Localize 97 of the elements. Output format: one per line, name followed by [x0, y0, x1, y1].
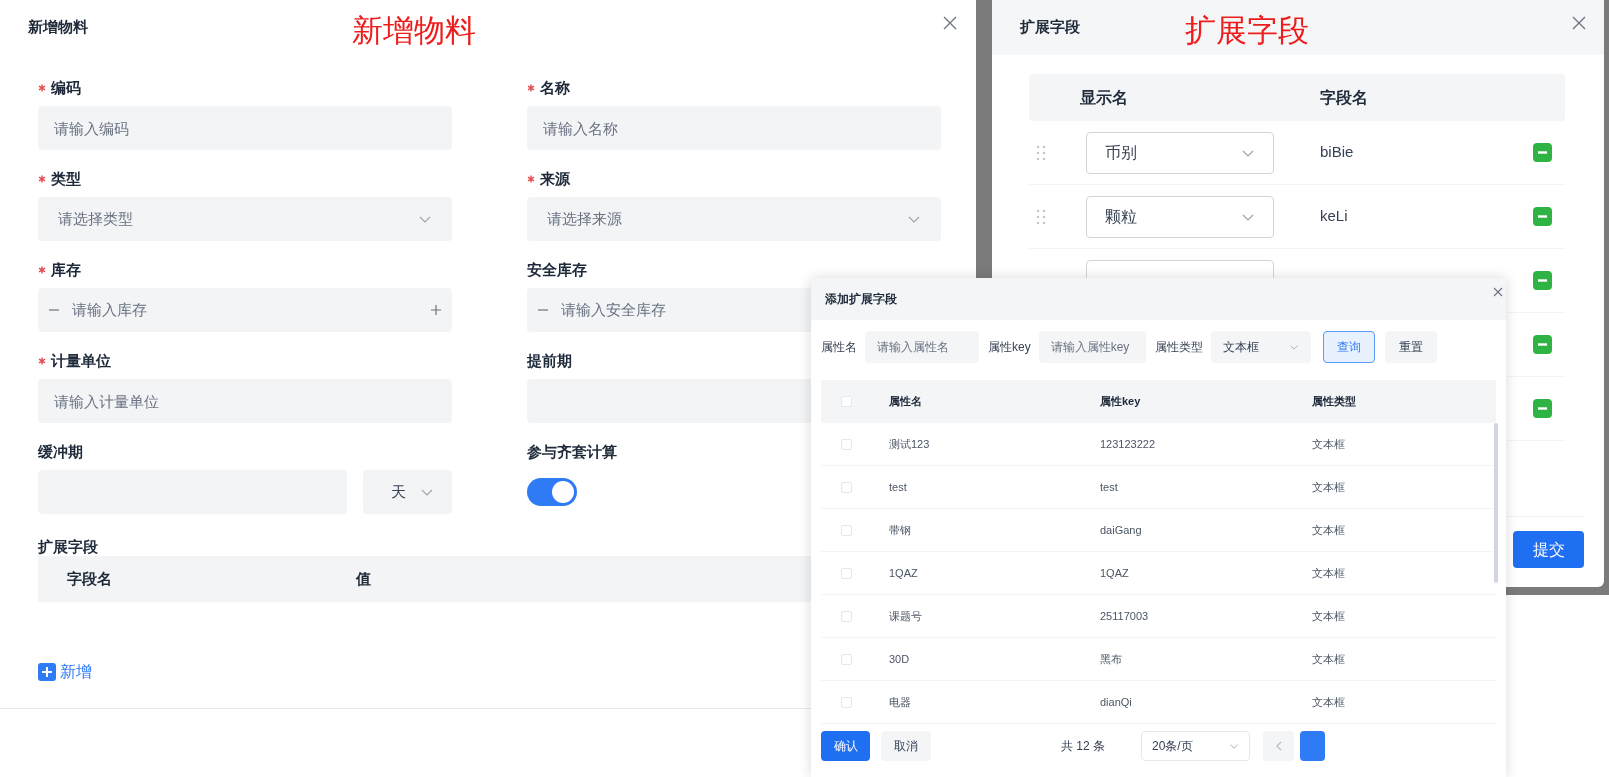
unit-select[interactable]: 天: [363, 470, 452, 514]
minus-icon[interactable]: [1533, 399, 1552, 418]
submit-button[interactable]: 提交: [1513, 531, 1584, 568]
filter-label: 属性类型: [1154, 339, 1203, 356]
table-cell-text: 文本框: [1312, 436, 1346, 452]
column-header: 属性名: [889, 394, 923, 410]
field-label: 安全库存: [527, 259, 587, 280]
query-button[interactable]: 查询: [1322, 331, 1375, 363]
table-cell-text: 带钢: [889, 522, 912, 538]
table-cell-text: dianQi: [1100, 694, 1133, 710]
add-button[interactable]: 新增: [38, 660, 92, 684]
plus-icon: [38, 663, 56, 681]
toggle-switch[interactable]: [527, 478, 577, 506]
table-cell-text: 文本框: [1312, 694, 1346, 710]
select-field[interactable]: 颗粒: [1086, 195, 1274, 238]
select-field[interactable]: 币别: [1086, 131, 1274, 174]
table-cell-text: 1QAZ: [889, 565, 919, 581]
table-cell-text: 文本框: [1312, 522, 1346, 538]
drag-handle-icon[interactable]: [1036, 208, 1046, 225]
table-cell-text: 课题号: [889, 608, 923, 624]
table-cell-text: test: [889, 479, 908, 495]
field-label: 来源: [540, 168, 570, 189]
input-field[interactable]: 请输入属性key: [1038, 331, 1146, 363]
minus-icon[interactable]: [1533, 271, 1552, 290]
column-header: 字段名: [66, 568, 113, 589]
column-header: 显示名: [1079, 87, 1129, 108]
table-cell-text: 30D: [889, 651, 911, 667]
reset-button[interactable]: 重置: [1384, 331, 1437, 363]
field-label: 参与齐套计算: [527, 441, 617, 462]
minus-icon[interactable]: [1533, 207, 1552, 226]
number-field[interactable]: 请输入库存: [38, 288, 452, 332]
filter-label: 属性名: [821, 339, 857, 356]
input-field[interactable]: 请输入库存: [72, 298, 418, 322]
minus-icon[interactable]: [1533, 335, 1552, 354]
column-header: 值: [356, 568, 371, 589]
field-label: 缓冲期: [38, 441, 83, 462]
field-label: 提前期: [527, 350, 572, 371]
checkbox[interactable]: [841, 524, 852, 536]
column-header: 字段名: [1320, 87, 1368, 108]
checkbox[interactable]: [841, 438, 852, 450]
input-field[interactable]: 请输入编码: [38, 106, 452, 150]
annotation-text: 扩展字段: [1185, 12, 1309, 50]
page-button[interactable]: [1300, 731, 1325, 761]
input-field[interactable]: 请输入属性名: [865, 331, 979, 363]
checkbox[interactable]: [841, 567, 852, 579]
cancel-button[interactable]: 取消: [881, 731, 931, 761]
section-label: 扩展字段: [38, 537, 99, 556]
chevron-icon: [1229, 741, 1239, 751]
column-header: 属性key: [1100, 394, 1142, 410]
drag-handle-icon[interactable]: [1036, 144, 1046, 161]
input-field[interactable]: 请输入计量单位: [38, 379, 452, 423]
annotation-text: 新增物料: [352, 12, 476, 50]
table-cell-text: daiGang: [1100, 522, 1143, 538]
dialog-title: 新增物料: [28, 17, 88, 38]
input-field[interactable]: 请输入名称: [527, 106, 941, 150]
checkbox[interactable]: [841, 610, 852, 622]
filter-label: 属性key: [988, 339, 1031, 356]
chevron-icon: [1288, 342, 1299, 352]
close-icon[interactable]: [1493, 287, 1503, 297]
minus-icon[interactable]: [1533, 143, 1552, 162]
prev-page-button[interactable]: [1263, 731, 1294, 761]
table-cell-text: 25117003: [1100, 608, 1150, 624]
table-cell-text: 电器: [889, 694, 912, 710]
page-size-select[interactable]: 20条/页: [1141, 731, 1250, 761]
field-label: 类型: [51, 168, 81, 189]
table-cell-text: 黑布: [1100, 651, 1123, 667]
checkbox[interactable]: [841, 481, 852, 493]
checkbox[interactable]: [841, 696, 852, 708]
column-header: 属性类型: [1312, 394, 1357, 410]
close-icon[interactable]: [943, 16, 957, 30]
dialog-title: 扩展字段: [1020, 17, 1080, 38]
table-cell-text: test: [1100, 479, 1119, 495]
checkbox[interactable]: [841, 653, 852, 665]
chevron-left-icon: [1274, 741, 1283, 751]
table-cell-text: 文本框: [1312, 608, 1346, 624]
table-cell-text: 1QAZ: [1100, 565, 1130, 581]
table-cell-text: 文本框: [1312, 479, 1346, 495]
field-label: 库存: [51, 259, 81, 280]
select-field[interactable]: 请选择类型: [38, 197, 452, 241]
total-count: 共 12 条: [1061, 738, 1105, 755]
table-cell-text: 文本框: [1312, 565, 1346, 581]
scrollbar[interactable]: [1494, 423, 1498, 583]
select-field[interactable]: 文本框: [1210, 331, 1311, 363]
field-label: 编码: [51, 77, 81, 98]
field-label: 计量单位: [51, 350, 111, 371]
table-cell-text: 测试123: [889, 436, 931, 452]
close-icon[interactable]: [1572, 16, 1586, 30]
table-cell-text: 文本框: [1312, 651, 1346, 667]
select-field[interactable]: 请选择来源: [527, 197, 941, 241]
checkbox[interactable]: [841, 396, 852, 407]
field-name: biBie: [1320, 142, 1354, 163]
field-name: keLi: [1320, 206, 1348, 227]
confirm-button[interactable]: 确认: [821, 731, 870, 761]
plus-icon[interactable]: [430, 304, 442, 316]
dialog-title: 添加扩展字段: [825, 291, 897, 308]
field-label: 名称: [540, 77, 570, 98]
table-cell-text: 123123222: [1100, 436, 1157, 452]
